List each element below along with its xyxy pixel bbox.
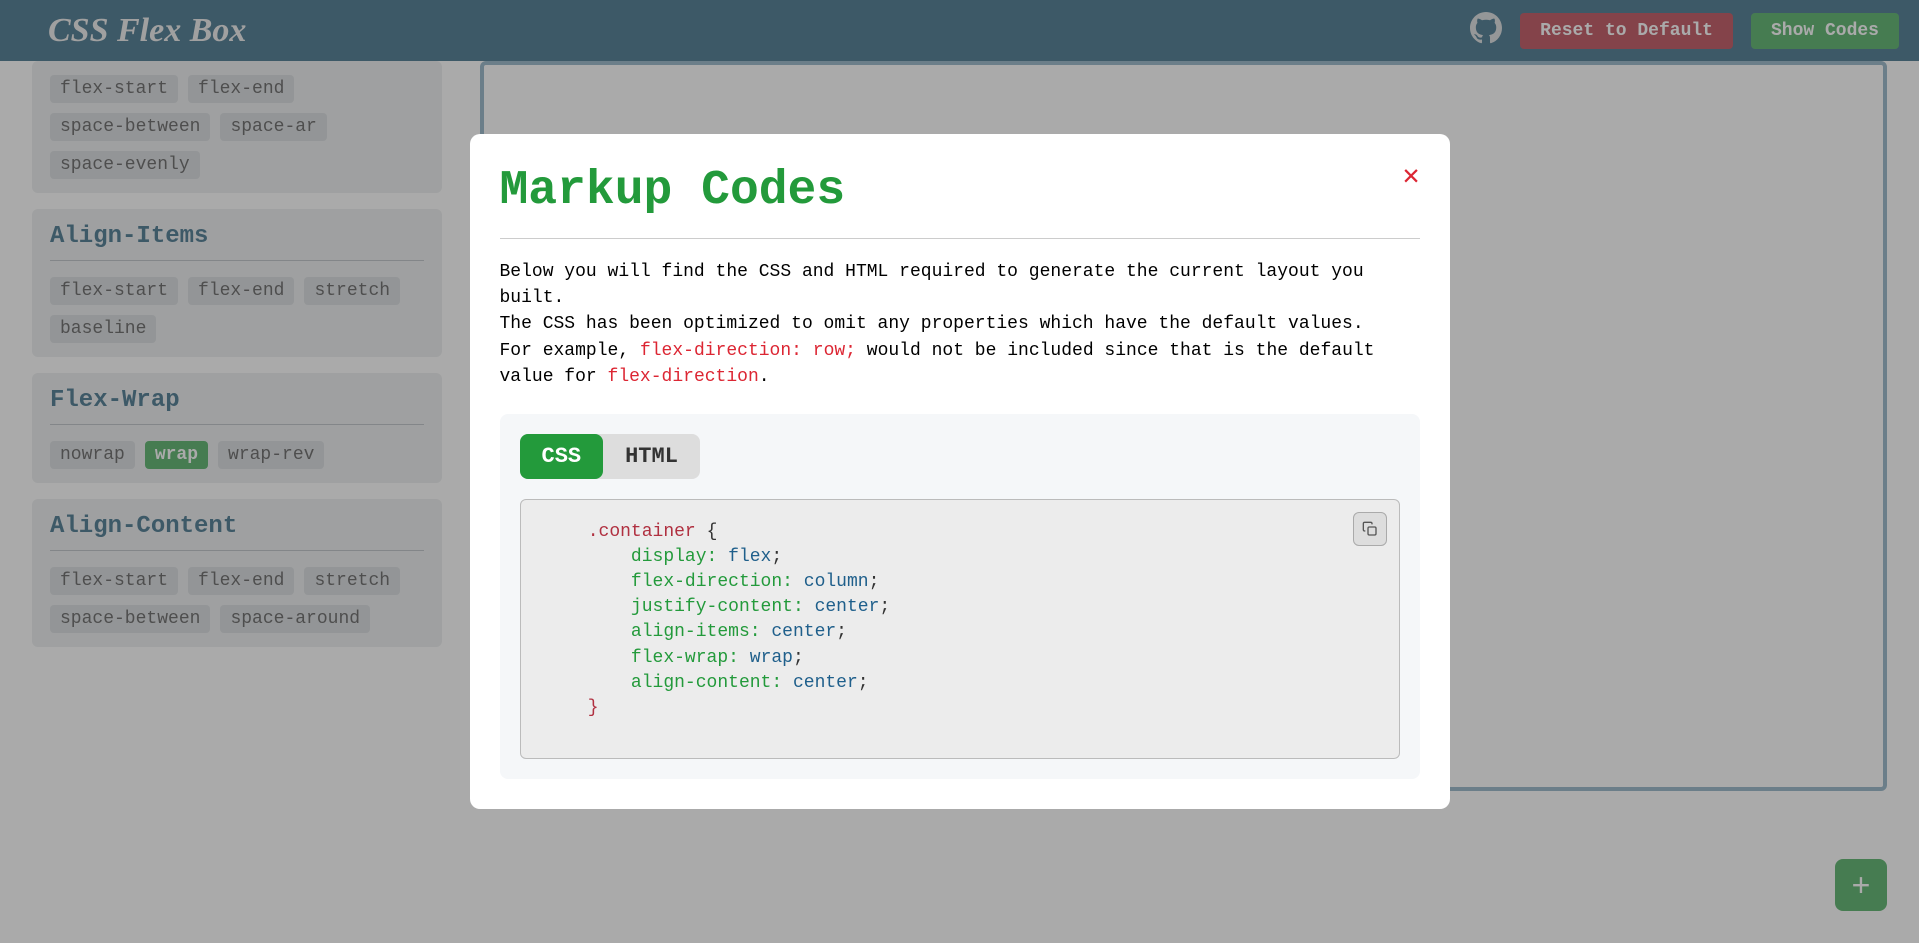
modal-overlay[interactable]: Markup Codes ✕ Below you will find the C… — [0, 0, 1919, 943]
code-output: .container { display: flex; flex-directi… — [520, 499, 1400, 759]
copy-button[interactable] — [1353, 512, 1387, 546]
code-tabs: CSS HTML — [520, 434, 700, 479]
modal-description: Below you will find the CSS and HTML req… — [500, 259, 1420, 389]
close-icon[interactable]: ✕ — [1403, 164, 1420, 192]
tab-html[interactable]: HTML — [603, 434, 700, 479]
tab-css[interactable]: CSS — [520, 434, 604, 479]
copy-icon — [1362, 521, 1378, 537]
modal-title: Markup Codes — [500, 164, 846, 218]
markup-codes-modal: Markup Codes ✕ Below you will find the C… — [470, 134, 1450, 808]
